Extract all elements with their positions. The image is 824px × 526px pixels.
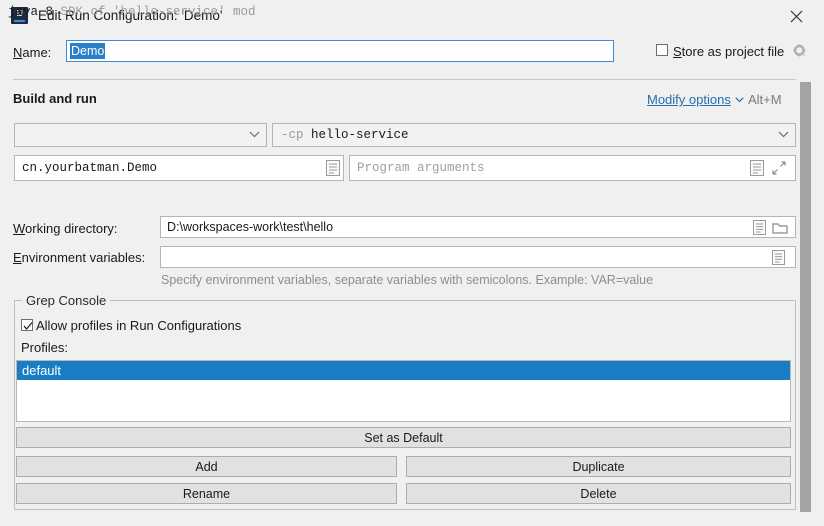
main-class-value: cn.yourbatman.Demo [22,161,157,175]
expand-icon[interactable] [772,161,786,175]
modify-options-shortcut: Alt+M [748,92,782,107]
classpath-module: hello-service [311,128,409,142]
chevron-down-icon [778,131,789,138]
jre-version: java 8 [8,5,53,19]
chevron-down-icon [249,131,260,138]
browse-icon[interactable] [326,160,340,176]
vertical-scrollbar-thumb[interactable] [800,82,811,512]
program-arguments-placeholder: Program arguments [357,161,485,175]
classpath-prefix: -cp [281,128,304,142]
gear-icon [793,44,807,58]
folder-icon[interactable] [772,221,788,235]
header-separator [13,79,796,80]
grep-console-group-title: Grep Console [22,293,110,308]
duplicate-button[interactable]: Duplicate [406,456,791,477]
dialog-right-edge [812,0,824,526]
set-as-default-button[interactable]: Set as Default [16,427,791,448]
profiles-label: Profiles: [21,340,68,355]
add-button[interactable]: Add [16,456,397,477]
vertical-scrollbar-track[interactable] [798,80,812,526]
browse-icon[interactable] [753,220,766,235]
modify-options-label: Modify options [647,92,731,107]
jre-dropdown[interactable] [14,123,267,147]
edit-run-configuration-dialog: IJ Edit Run Configuration: 'Demo' Name: … [0,0,824,526]
build-and-run-title: Build and run [13,91,97,106]
allow-profiles-checkbox[interactable] [21,319,33,331]
environment-variables-input[interactable] [160,246,796,268]
working-directory-value: D:\workspaces-work\test\hello [167,220,333,234]
profiles-list[interactable]: default [16,360,791,422]
jre-secondary-text: SDK of 'hello-service' mod [61,5,256,19]
allow-profiles-label: Allow profiles in Run Configurations [36,318,241,333]
modify-options-link[interactable]: Modify options [647,92,731,107]
environment-variables-label: Environment variables: [13,250,145,265]
browse-icon[interactable] [750,160,764,176]
environment-variables-hint: Specify environment variables, separate … [161,273,653,287]
name-input[interactable]: Demo [66,40,614,62]
store-settings-gear-button[interactable] [793,44,807,58]
rename-button[interactable]: Rename [16,483,397,504]
delete-button[interactable]: Delete [406,483,791,504]
working-directory-label: Working directory: [13,221,118,236]
browse-icon[interactable] [772,250,785,265]
store-as-project-file-checkbox[interactable] [656,44,668,56]
close-icon [790,10,803,23]
name-input-value: Demo [70,43,105,59]
list-item[interactable]: default [17,361,790,380]
store-as-project-file-label: Store as project file [673,44,784,59]
logo-accent-bar [14,20,25,22]
chevron-down-icon [735,97,744,103]
jre-dropdown-value: java 8 SDK of 'hello-service' mod [8,5,256,19]
name-label: Name: [13,45,51,60]
classpath-dropdown-value: -cp hello-service [281,128,409,142]
close-button[interactable] [778,3,814,29]
checkmark-icon [23,321,33,331]
